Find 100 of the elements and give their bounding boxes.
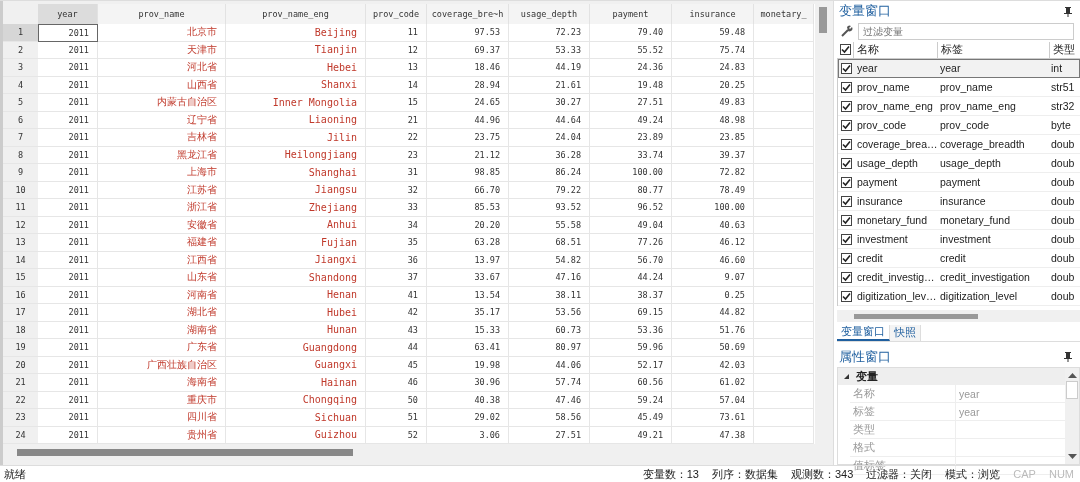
row-number[interactable]: 15 xyxy=(3,269,38,287)
scrollbar-thumb[interactable] xyxy=(1066,381,1078,399)
table-cell: 44.96 xyxy=(427,111,509,129)
row-number[interactable]: 3 xyxy=(3,59,38,77)
column-header[interactable]: 标签 xyxy=(937,41,1049,58)
table-cell: Guizhou xyxy=(226,426,366,444)
variable-row[interactable]: year year int xyxy=(838,59,1080,79)
row-number[interactable]: 5 xyxy=(3,94,38,112)
variable-row[interactable]: digitization_lev… digitization_level doub xyxy=(838,287,1080,307)
table-cell: 11 xyxy=(366,24,427,42)
table-cell: 河北省 xyxy=(98,59,226,77)
table-cell: 28.94 xyxy=(427,76,509,94)
scroll-down-icon[interactable] xyxy=(1067,454,1077,460)
table-cell: 46.12 xyxy=(672,234,754,252)
table-cell: 海南省 xyxy=(98,374,226,392)
variable-row[interactable]: credit credit doub xyxy=(838,249,1080,269)
table-cell: 内蒙古自治区 xyxy=(98,94,226,112)
variable-label: digitization_level xyxy=(939,290,1019,303)
variable-row[interactable]: usage_depth usage_depth doub xyxy=(838,154,1080,174)
table-cell: 61.02 xyxy=(672,374,754,392)
table-cell: 2011 xyxy=(38,146,98,164)
checkbox[interactable] xyxy=(840,157,852,169)
table-cell xyxy=(754,304,814,322)
column-header[interactable]: prov_code xyxy=(366,4,427,24)
table-cell xyxy=(754,426,814,444)
filter-field[interactable]: 过滤变量 xyxy=(858,23,1074,40)
column-header[interactable]: usage_depth xyxy=(509,4,590,24)
column-header[interactable]: prov_name xyxy=(98,4,226,24)
horizontal-scrollbar[interactable] xyxy=(837,310,1080,322)
collapse-icon[interactable] xyxy=(843,373,850,380)
table-cell: 60.73 xyxy=(509,321,590,339)
property-name: 标签 xyxy=(853,404,875,419)
tab[interactable]: 变量窗口 xyxy=(837,324,890,341)
variable-row[interactable]: investment investment doub xyxy=(838,230,1080,250)
row-number[interactable]: 23 xyxy=(3,409,38,427)
checkbox[interactable] xyxy=(840,233,852,245)
row-number[interactable]: 11 xyxy=(3,199,38,217)
tab[interactable]: 快照 xyxy=(890,324,921,341)
table-cell: 22 xyxy=(366,129,427,147)
checkbox[interactable] xyxy=(839,44,851,56)
variable-row[interactable]: insurance insurance doub xyxy=(838,192,1080,212)
column-header[interactable]: 类型 xyxy=(1049,41,1080,58)
checkbox[interactable] xyxy=(840,252,852,264)
table-cell xyxy=(754,321,814,339)
table-cell: 80.77 xyxy=(590,181,672,199)
variable-row[interactable]: prov_code prov_code byte xyxy=(838,116,1080,136)
row-number[interactable]: 7 xyxy=(3,129,38,147)
column-header[interactable]: monetary_ xyxy=(754,4,814,24)
checkbox[interactable] xyxy=(840,81,852,93)
row-number[interactable]: 21 xyxy=(3,374,38,392)
checkbox[interactable] xyxy=(840,290,852,302)
table-cell: 44 xyxy=(366,339,427,357)
variable-row[interactable]: coverage_brea… coverage_breadth doub xyxy=(838,135,1080,155)
column-header[interactable]: year xyxy=(38,4,98,24)
variable-type: doub xyxy=(1050,157,1076,170)
variable-row[interactable]: monetary_fund monetary_fund doub xyxy=(838,211,1080,231)
pin-icon[interactable] xyxy=(1064,351,1072,363)
checkbox[interactable] xyxy=(840,100,852,112)
wrench-icon[interactable] xyxy=(840,24,854,39)
variable-row[interactable]: payment payment doub xyxy=(838,173,1080,193)
scroll-up-icon[interactable] xyxy=(1067,372,1077,378)
table-cell: 23.75 xyxy=(427,129,509,147)
table-cell: 辽宁省 xyxy=(98,111,226,129)
checkbox[interactable] xyxy=(840,214,852,226)
vertical-scrollbar[interactable] xyxy=(1065,368,1079,464)
table-cell: Guangdong xyxy=(226,339,366,357)
table-cell: 44.82 xyxy=(672,304,754,322)
checkbox[interactable] xyxy=(840,119,852,131)
variable-row[interactable]: prov_name prov_name str51 xyxy=(838,78,1080,98)
checkbox[interactable] xyxy=(840,271,852,283)
key-indicator: CAP xyxy=(1013,468,1036,480)
column-header[interactable]: prov_name_eng xyxy=(226,4,366,24)
variable-row[interactable]: credit_investig… credit_investigation doub xyxy=(838,268,1080,288)
table-cell: 2011 xyxy=(38,269,98,287)
column-header[interactable]: payment xyxy=(590,4,672,24)
row-number[interactable]: 19 xyxy=(3,339,38,357)
checkbox[interactable] xyxy=(840,138,852,150)
variable-type: doub xyxy=(1050,290,1076,303)
row-number[interactable]: 1 xyxy=(3,24,38,42)
checkbox[interactable] xyxy=(840,62,852,74)
key-indicator: NUM xyxy=(1048,468,1074,480)
table-cell: 40.63 xyxy=(672,216,754,234)
variable-row[interactable]: prov_name_eng prov_name_eng str32 xyxy=(838,97,1080,117)
checkbox[interactable] xyxy=(840,195,852,207)
checkbox[interactable] xyxy=(840,176,852,188)
table-cell: 79.22 xyxy=(509,181,590,199)
table-cell: 93.52 xyxy=(509,199,590,217)
table-cell: 29.02 xyxy=(427,409,509,427)
column-header[interactable]: 名称 xyxy=(853,41,937,58)
pin-icon[interactable] xyxy=(1064,5,1072,17)
table-cell: 85.53 xyxy=(427,199,509,217)
table-cell: 63.28 xyxy=(427,234,509,252)
column-header[interactable]: coverage_bre~h xyxy=(427,4,509,24)
column-header[interactable]: insurance xyxy=(672,4,754,24)
row-number[interactable]: 17 xyxy=(3,304,38,322)
table-cell: 78.49 xyxy=(672,181,754,199)
row-number[interactable]: 9 xyxy=(3,164,38,182)
table-cell: 86.24 xyxy=(509,164,590,182)
property-name: 格式 xyxy=(853,440,875,455)
row-number[interactable]: 13 xyxy=(3,234,38,252)
